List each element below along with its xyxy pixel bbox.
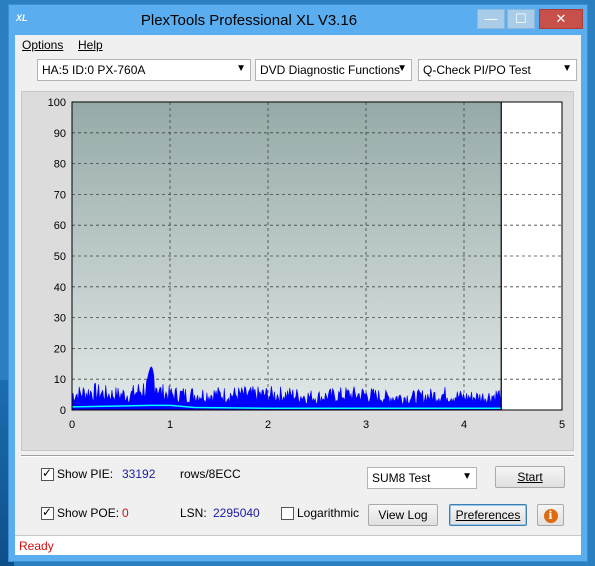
- x-tick-label: 3: [363, 419, 369, 431]
- preferences-button[interactable]: Preferences: [449, 504, 527, 526]
- lsn-label: LSN:: [180, 506, 207, 520]
- pie-value: 33192: [122, 467, 156, 481]
- status-bar: Ready: [15, 535, 581, 555]
- x-tick-label: 5: [559, 419, 565, 431]
- menu-options-label: Options: [22, 38, 64, 52]
- info-icon: i: [543, 509, 558, 523]
- preferences-label: Preferences: [455, 508, 521, 522]
- test-select-value: Q-Check PI/PO Test: [423, 63, 531, 77]
- chart-panel: 0 10 20 30 40 50 60 70 80 90 100 0 1 2 3 4 5: [21, 91, 574, 451]
- maximize-icon: ☐: [515, 11, 527, 26]
- window-title: PlexTools Professional XL V3.16: [140, 12, 358, 29]
- y-tick-label: 100: [48, 97, 66, 109]
- title-bar[interactable]: XL PlexTools Professional XL V3.16 — ☐ ✕: [9, 5, 587, 35]
- info-button[interactable]: i: [537, 504, 564, 526]
- status-text: Ready: [19, 539, 54, 553]
- close-icon: ✕: [555, 11, 567, 26]
- menu-help[interactable]: Help: [78, 38, 103, 52]
- y-tick-label: 10: [54, 374, 66, 386]
- client-area: Options Help HA:5 ID:0 PX-760A ▼ DVD Dia…: [15, 35, 581, 555]
- chevron-down-icon: ▼: [562, 63, 572, 74]
- y-tick-label: 20: [54, 343, 66, 355]
- separator: [21, 455, 574, 457]
- pie-unit: rows/8ECC: [180, 467, 241, 481]
- show-pie-checkbox[interactable]: [41, 466, 54, 481]
- menu-options[interactable]: Options: [22, 38, 63, 52]
- function-select-value: DVD Diagnostic Functions: [260, 63, 401, 77]
- sum-test-value: SUM8 Test: [372, 471, 431, 485]
- view-log-label: View Log: [378, 508, 428, 522]
- y-tick-label: 60: [54, 220, 66, 232]
- y-tick-label: 0: [60, 405, 66, 417]
- y-tick-label: 30: [54, 313, 66, 325]
- chevron-down-icon: ▼: [397, 63, 407, 74]
- show-poe-checkbox[interactable]: [41, 505, 54, 520]
- x-tick-label: 0: [69, 419, 75, 431]
- chevron-down-icon: ▼: [462, 471, 472, 482]
- x-tick-label: 4: [461, 419, 467, 431]
- y-tick-label: 80: [54, 159, 66, 171]
- minimize-icon: —: [484, 11, 498, 26]
- start-button[interactable]: Start: [495, 466, 565, 488]
- close-button[interactable]: ✕: [539, 9, 583, 29]
- x-tick-label: 1: [167, 419, 173, 431]
- show-pie-label: Show PIE:: [57, 467, 114, 481]
- maximize-button[interactable]: ☐: [507, 9, 535, 29]
- y-tick-label: 90: [54, 128, 66, 140]
- function-select[interactable]: DVD Diagnostic Functions ▼: [255, 59, 412, 81]
- drive-select[interactable]: HA:5 ID:0 PX-760A ▼: [37, 59, 251, 81]
- show-poe-label: Show POE:: [57, 506, 120, 520]
- y-tick-label: 50: [54, 251, 66, 263]
- poe-value: 0: [122, 506, 129, 520]
- sum-test-select[interactable]: SUM8 Test ▼: [367, 467, 477, 489]
- drive-select-value: HA:5 ID:0 PX-760A: [42, 63, 146, 77]
- y-tick-label: 40: [54, 282, 66, 294]
- start-button-label: Start: [517, 470, 543, 484]
- x-tick-label: 2: [265, 419, 271, 431]
- chevron-down-icon: ▼: [236, 63, 246, 74]
- test-select[interactable]: Q-Check PI/PO Test ▼: [418, 59, 577, 81]
- y-tick-label: 70: [54, 189, 66, 201]
- minimize-button[interactable]: —: [477, 9, 505, 29]
- lsn-value: 2295040: [213, 506, 260, 520]
- pi-po-chart: 0 10 20 30 40 50 60 70 80 90 100 0 1 2 3 4 5: [48, 97, 565, 431]
- menu-help-label: Help: [78, 38, 103, 52]
- menu-bar: Options Help: [15, 35, 581, 55]
- logarithmic-checkbox[interactable]: [281, 507, 294, 520]
- logarithmic-label: Logarithmic: [297, 506, 360, 520]
- app-window: XL PlexTools Professional XL V3.16 — ☐ ✕…: [8, 4, 588, 562]
- view-log-button[interactable]: View Log: [368, 504, 438, 526]
